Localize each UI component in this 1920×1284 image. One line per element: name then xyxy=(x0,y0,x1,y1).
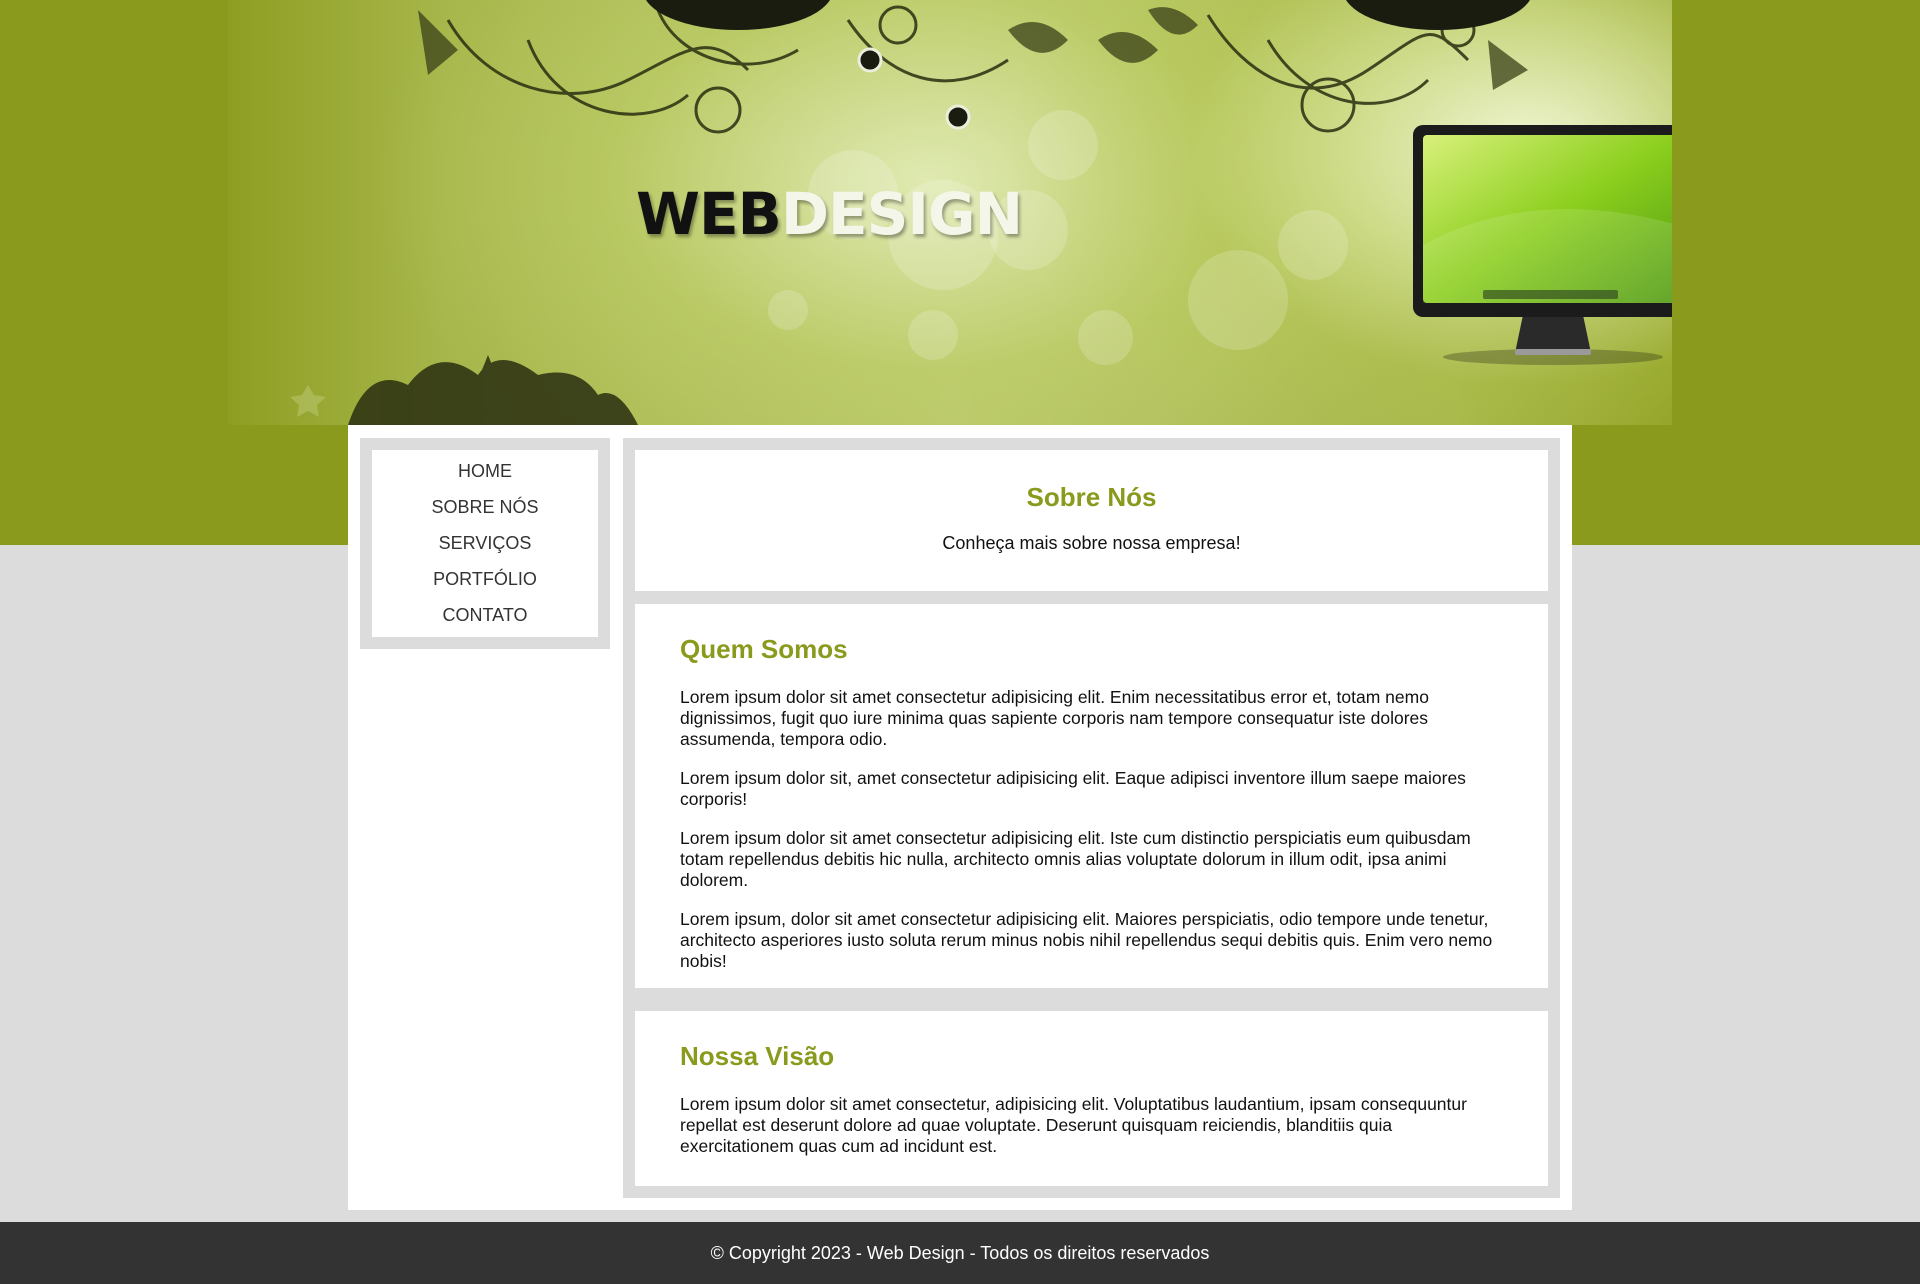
section-title-nossa-visao: Nossa Visão xyxy=(680,1041,835,1071)
nav-link-contato[interactable]: CONTATO xyxy=(443,605,528,625)
bokeh-decoration xyxy=(1278,210,1348,280)
header-banner: WEBDESIGN xyxy=(228,0,1672,425)
main-content: Sobre Nós Conheça mais sobre nossa empre… xyxy=(623,438,1560,1198)
section-title-quem-somos: Quem Somos xyxy=(680,634,848,664)
floral-decoration-top xyxy=(418,0,1530,134)
nav-list: HOME SOBRE NÓS SERVIÇOS PORTFÓLIO CONTAT… xyxy=(372,450,598,637)
about-paragraph: Lorem ipsum, dolor sit amet consectetur … xyxy=(680,909,1493,971)
nav-item-contato: CONTATO xyxy=(443,605,528,626)
nav-item-portfolio: PORTFÓLIO xyxy=(433,569,537,590)
bokeh-decoration xyxy=(1078,310,1133,365)
about-paragraph: Lorem ipsum dolor sit, amet consectetur … xyxy=(680,768,1466,809)
bokeh-decoration xyxy=(908,310,958,360)
logo-text-design: DESIGN xyxy=(780,180,1023,248)
floral-decoration-bottom xyxy=(290,355,638,425)
bokeh-decoration xyxy=(768,290,808,330)
hero-section: Sobre Nós Conheça mais sobre nossa empre… xyxy=(635,450,1548,591)
nav-item-sobre-nos: SOBRE NÓS xyxy=(431,497,538,518)
nav-item-home: HOME xyxy=(458,461,512,482)
nav-link-servicos[interactable]: SERVIÇOS xyxy=(439,533,532,553)
bokeh-decoration xyxy=(1188,250,1288,350)
about-paragraph: Lorem ipsum dolor sit amet consectetur a… xyxy=(680,828,1471,890)
nav-link-portfolio[interactable]: PORTFÓLIO xyxy=(433,569,537,589)
page-subtitle: Conheça mais sobre nossa empresa! xyxy=(942,533,1241,553)
about-paragraph: Lorem ipsum dolor sit amet consectetur a… xyxy=(680,687,1429,749)
about-section: Quem Somos Lorem ipsum dolor sit amet co… xyxy=(635,604,1548,988)
content-wrapper: HOME SOBRE NÓS SERVIÇOS PORTFÓLIO CONTAT… xyxy=(348,425,1572,1210)
copyright-text: © Copyright 2023 - Web Design - Todos os… xyxy=(710,1243,1210,1263)
nav-link-sobre-nos[interactable]: SOBRE NÓS xyxy=(431,497,538,517)
vision-section: Nossa Visão Lorem ipsum dolor sit amet c… xyxy=(635,1011,1548,1186)
monitor-illustration xyxy=(1413,125,1672,365)
vision-paragraph: Lorem ipsum dolor sit amet consectetur, … xyxy=(680,1094,1467,1156)
sidebar-navigation: HOME SOBRE NÓS SERVIÇOS PORTFÓLIO CONTAT… xyxy=(360,438,610,649)
logo-text-web: WEB xyxy=(636,180,782,248)
nav-link-home[interactable]: HOME xyxy=(458,461,512,481)
site-footer: © Copyright 2023 - Web Design - Todos os… xyxy=(0,1222,1920,1284)
nav-item-servicos: SERVIÇOS xyxy=(439,533,532,554)
site-logo[interactable]: WEBDESIGN xyxy=(636,185,1023,243)
page-title: Sobre Nós xyxy=(1026,482,1157,512)
